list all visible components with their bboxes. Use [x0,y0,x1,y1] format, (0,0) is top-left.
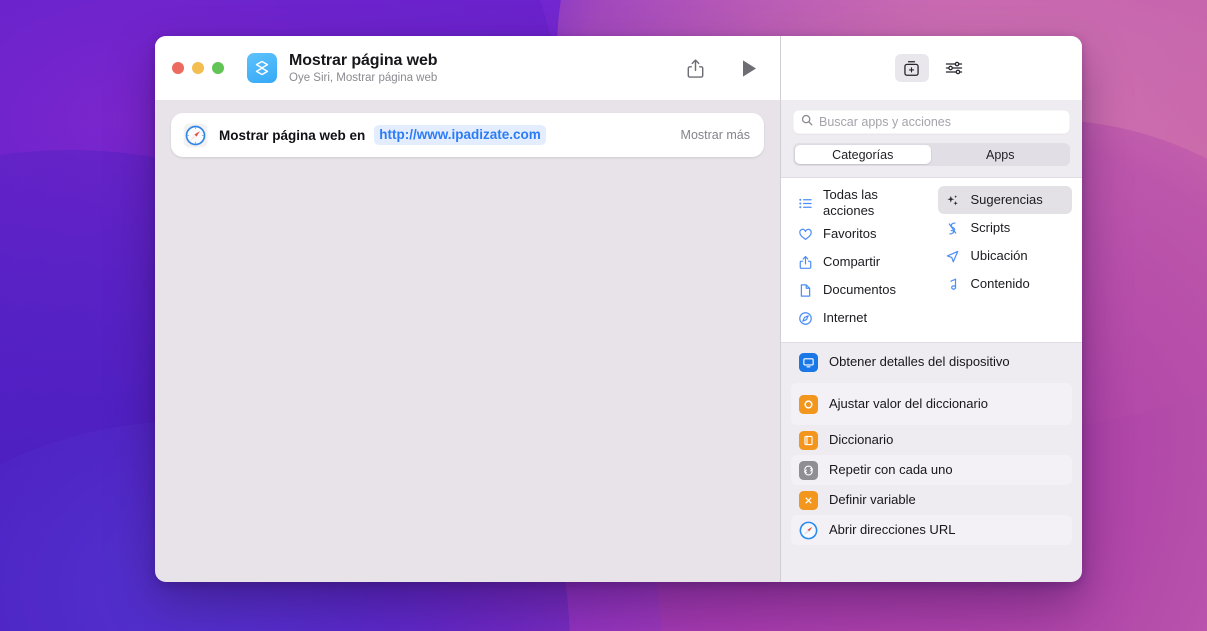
search-box[interactable] [793,110,1070,134]
tab-categorias[interactable]: Categorías [795,145,931,164]
category-label: Internet [823,310,868,325]
monitor-icon [799,352,818,372]
search-icon [801,113,813,131]
tab-apps[interactable]: Apps [933,145,1069,164]
category-label: Documentos [823,282,896,297]
category-item-contenido[interactable]: Contenido [938,270,1072,298]
action-list-item-label: Ajustar valor del diccionario [829,396,988,411]
category-item-ubicacion[interactable]: Ubicación [938,242,1072,270]
category-label: Compartir [823,254,881,269]
shortcuts-icon [247,53,277,83]
page-title: Mostrar página web [289,51,438,69]
action-list-item-repetir[interactable]: Repetir con cada uno [791,455,1072,485]
shortcuts-window: Mostrar página web Oye Siri, Mostrar pág… [155,36,1082,582]
window-titlebar: Mostrar página web Oye Siri, Mostrar pág… [155,36,780,100]
action-list-item-label: Abrir direcciones URL [829,522,956,537]
repeat-icon [799,460,818,480]
sparkle-icon [944,192,961,209]
dictionary-icon [799,430,818,450]
heart-icon [797,226,814,243]
show-more-link[interactable]: Mostrar más [681,128,750,142]
category-item-internet[interactable]: Internet [791,304,938,332]
search-input[interactable] [819,115,1062,129]
title-block: Mostrar página web Oye Siri, Mostrar pág… [289,51,680,86]
share-icon[interactable] [680,53,710,83]
category-item-documentos[interactable]: Documentos [791,276,938,304]
action-list-item-ajustar-valor[interactable]: Ajustar valor del diccionario [791,383,1072,425]
category-item-sugerencias[interactable]: Sugerencias [938,186,1072,214]
action-list-item-label: Obtener detalles del dispositivo [829,354,1010,369]
traffic-lights [172,62,224,74]
safari-icon [799,521,818,540]
zoom-button[interactable] [212,62,224,74]
share-icon [797,254,814,271]
action-list-item-label: Diccionario [829,432,894,447]
categories-column-right: Sugerencias Scripts Ubicación Contenido [938,186,1072,332]
action-list-item-diccionario[interactable]: Diccionario [791,425,1072,455]
category-item-compartir[interactable]: Compartir [791,248,938,276]
dictionary-value-icon [799,394,818,414]
url-token[interactable]: http://www.ipadizate.com [374,125,546,145]
list-icon [797,195,814,212]
play-icon[interactable] [734,53,764,83]
categories-section: Todas las acciones Favoritos Compartir D… [781,177,1082,343]
compass-icon [797,310,814,327]
action-card-show-webpage[interactable]: Mostrar página web en http://www.ipadiza… [171,113,764,157]
scripts-icon [944,220,961,237]
action-label: Mostrar página web en [219,127,366,143]
categories-column-left: Todas las acciones Favoritos Compartir D… [791,186,938,332]
action-list-item-definir-variable[interactable]: Definir variable [791,485,1072,515]
category-item-scripts[interactable]: Scripts [938,214,1072,242]
document-icon [797,282,814,299]
category-label: Favoritos [823,226,877,241]
category-label: Contenido [970,276,1030,291]
action-list-item-abrir-urls[interactable]: Abrir direcciones URL [791,515,1072,545]
variable-icon [799,490,818,510]
actions-list[interactable]: Obtener detalles del dispositivo Ajustar… [781,341,1082,582]
category-label: Scripts [970,220,1011,235]
category-item-favoritos[interactable]: Favoritos [791,220,938,248]
category-item-todas-las-acciones[interactable]: Todas las acciones [791,186,938,220]
search-area [781,100,1082,134]
action-list-item-label: Repetir con cada uno [829,462,953,477]
action-library-icon[interactable] [894,54,929,82]
library-toolbar [781,36,1082,100]
category-label: Sugerencias [970,192,1043,207]
safari-icon [182,122,208,148]
action-list-item-label: Definir variable [829,492,916,507]
sliders-icon[interactable] [939,54,969,82]
location-arrow-icon [944,248,961,265]
editor-pane: Mostrar página web Oye Siri, Mostrar pág… [155,36,780,582]
close-button[interactable] [172,62,184,74]
page-subtitle: Oye Siri, Mostrar página web [289,71,438,84]
action-list-item-obtener-detalles[interactable]: Obtener detalles del dispositivo [791,341,1072,383]
category-label: Ubicación [970,248,1028,263]
category-label: Todas las acciones [823,187,878,218]
music-note-icon [944,276,961,293]
segmented-control: Categorías Apps [793,143,1070,166]
desktop-wallpaper: Mostrar página web Oye Siri, Mostrar pág… [0,0,1207,631]
segmented-control-area: Categorías Apps [781,134,1082,177]
minimize-button[interactable] [192,62,204,74]
workflow-canvas: Mostrar página web en http://www.ipadiza… [155,100,780,582]
action-library-pane: Categorías Apps Todas las acciones [780,36,1082,582]
